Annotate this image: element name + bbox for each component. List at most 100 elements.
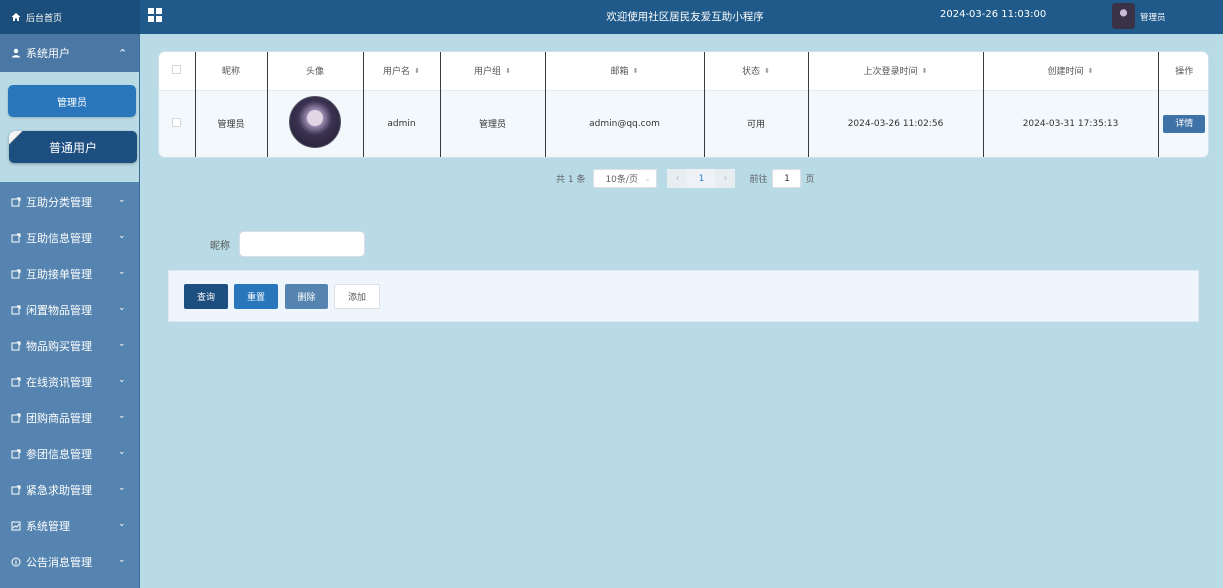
select-all-checkbox[interactable] (172, 64, 182, 74)
cell-last-login: 2024-03-26 11:02:56 (808, 89, 984, 157)
user-table: 昵称 头像 用户名 ⬍ 用户组 ⬍ 邮箱 ⬍ 状态 ⬍ 上次登录时间 ⬍ 创建时间 ⬍ 操作… (158, 51, 1209, 158)
sidebar-item-label: 在线资讯管理 (26, 376, 92, 389)
folder-icon (11, 233, 21, 243)
user-icon (12, 48, 20, 58)
home-link[interactable]: 后台首页 (0, 0, 140, 34)
sidebar-item[interactable]: 互助分类管理 ⌄ (0, 184, 139, 220)
sidebar-item-label: 闲置物品管理 (26, 304, 92, 317)
sidebar-item[interactable]: 紧急求助管理 ⌄ (0, 472, 139, 508)
col-last-login[interactable]: 上次登录时间 ⬍ (808, 52, 984, 90)
cell-group: 管理员 (440, 89, 546, 157)
page-size-select[interactable]: 10条/页 ⌄ (593, 169, 658, 188)
chevron-down-icon: ⌄ (118, 555, 126, 565)
pagination: 共 1 条 10条/页 ⌄ ‹ 1 › 前往 1 页 (556, 169, 814, 188)
user-avatar[interactable] (1112, 3, 1135, 29)
cell-email: admin@qq.com (545, 89, 705, 157)
user-name[interactable]: 管理员 (1140, 11, 1166, 23)
sidebar-item[interactable]: 在线资讯管理 ⌄ (0, 364, 139, 400)
info-icon (11, 557, 21, 567)
prev-page-button[interactable]: ‹ (667, 169, 688, 188)
reset-button[interactable]: 重置 (234, 284, 278, 309)
sidebar-item[interactable]: 闲置物品管理 ⌄ (0, 292, 139, 328)
cell-username: admin (363, 89, 441, 157)
folder-icon (11, 413, 21, 423)
next-page-button[interactable]: › (715, 169, 736, 188)
col-actions: 操作 (1158, 52, 1208, 90)
sidebar-item[interactable]: 互助信息管理 ⌄ (0, 220, 139, 256)
sidebar-submenu: 管理员 普通用户 (0, 72, 139, 182)
submenu-normal-user-label: 普通用户 (48, 140, 97, 155)
chevron-down-icon: ⌄ (118, 447, 126, 457)
folder-icon (11, 449, 21, 459)
top-bar: 后台首页 欢迎使用社区居民友爱互助小程序 2024-03-26 11:03:00… (0, 0, 1223, 34)
sort-icon[interactable]: ⬍ (505, 68, 511, 75)
query-button[interactable]: 查询 (184, 284, 228, 309)
goto-page-input[interactable]: 1 (772, 169, 802, 188)
cell-status: 可用 (704, 89, 809, 157)
sidebar-item[interactable]: 团购商品管理 ⌄ (0, 400, 139, 436)
pagination-total: 共 1 条 (556, 175, 586, 185)
add-button[interactable]: 添加 (334, 284, 380, 309)
action-bar: 查询 重置 删除 添加 (168, 270, 1199, 322)
detail-button[interactable]: 详情 (1163, 114, 1206, 133)
page-size-value: 10条/页 (605, 175, 638, 185)
sidebar-item-label: 物品购买管理 (26, 340, 92, 353)
chevron-down-icon: ⌄ (118, 267, 126, 277)
sort-icon[interactable]: ⬍ (764, 68, 770, 75)
col-username[interactable]: 用户名 ⬍ (363, 52, 441, 90)
avatar-image[interactable] (289, 96, 341, 149)
sidebar-item-label: 公告消息管理 (26, 556, 92, 569)
nickname-label: 昵称 (210, 241, 230, 252)
header-datetime: 2024-03-26 11:03:00 (940, 9, 1047, 20)
submenu-normal-user[interactable]: 普通用户 (9, 131, 137, 163)
col-status[interactable]: 状态 ⬍ (704, 52, 809, 90)
page-number[interactable]: 1 (687, 169, 716, 188)
sidebar-item-label: 互助信息管理 (26, 232, 92, 245)
col-avatar: 头像 (267, 52, 364, 90)
sidebar-item-label: 互助分类管理 (26, 196, 92, 209)
col-email[interactable]: 邮箱 ⬍ (545, 52, 705, 90)
submenu-admin[interactable]: 管理员 (8, 85, 136, 117)
chevron-down-icon: ⌄ (118, 339, 126, 349)
sort-icon[interactable]: ⬍ (1088, 68, 1094, 75)
row-select[interactable] (159, 89, 196, 157)
sidebar-item[interactable]: 物品购买管理 ⌄ (0, 328, 139, 364)
chevron-up-icon: ⌃ (118, 46, 128, 60)
folder-icon (11, 197, 21, 207)
nickname-input[interactable] (239, 231, 365, 257)
chevron-down-icon: ⌄ (118, 375, 126, 385)
sidebar-item[interactable]: 资源管理⌄ (0, 580, 139, 588)
grid-menu-icon[interactable] (148, 8, 162, 22)
chevron-down-icon: ⌄ (118, 303, 126, 313)
folder-icon (11, 305, 21, 315)
row-checkbox[interactable] (172, 117, 182, 127)
sort-icon[interactable]: ⬍ (414, 68, 420, 75)
chevron-down-icon: ⌄ (118, 195, 126, 205)
cell-actions: 详情 (1158, 89, 1208, 157)
header-select-all[interactable] (159, 52, 196, 90)
sidebar-group-label: 系统用户 (26, 47, 70, 60)
delete-button[interactable]: 删除 (285, 284, 328, 309)
col-created[interactable]: 创建时间 ⬍ (983, 52, 1159, 90)
col-group[interactable]: 用户组 ⬍ (440, 52, 546, 90)
sidebar-item-label: 系统管理 (26, 520, 70, 533)
folder-icon (11, 377, 21, 387)
sidebar-group-system-users[interactable]: 系统用户 ⌃ (0, 34, 139, 72)
chevron-down-icon: ⌄ (118, 519, 126, 529)
cell-nickname: 管理员 (195, 89, 268, 157)
sidebar-item[interactable]: 互助接单管理 ⌄ (0, 256, 139, 292)
sidebar-item[interactable]: 公告消息管理 ⌄ (0, 544, 139, 580)
table-header-row: 昵称 头像 用户名 ⬍ 用户组 ⬍ 邮箱 ⬍ 状态 ⬍ 上次登录时间 ⬍ 创建时间 ⬍ 操作 (159, 52, 1208, 90)
home-icon (11, 13, 21, 21)
sidebar-menu-list: 互助分类管理 ⌄ 互助信息管理 ⌄ 互助接单管理 ⌄ 闲置物品管理 ⌄ 物品购买管理 ⌄ 在线资讯管… (0, 184, 139, 588)
page-fold-decoration (9, 131, 23, 145)
sort-icon[interactable]: ⬍ (922, 68, 928, 75)
chevron-down-icon: ⌄ (118, 411, 126, 421)
sidebar-item[interactable]: 系统管理 ⌄ (0, 508, 139, 544)
chevron-down-icon: ⌄ (118, 231, 126, 241)
sidebar-item[interactable]: 参团信息管理 ⌄ (0, 436, 139, 472)
cell-avatar (267, 89, 364, 157)
sort-icon[interactable]: ⬍ (633, 68, 639, 75)
cell-created: 2024-03-31 17:35:13 (983, 89, 1159, 157)
sidebar: 系统用户 ⌃ 管理员 普通用户 互助分类管理 ⌄ 互助信息管理 ⌄ 互助接单管理 ⌄ 闲置物… (0, 34, 140, 588)
